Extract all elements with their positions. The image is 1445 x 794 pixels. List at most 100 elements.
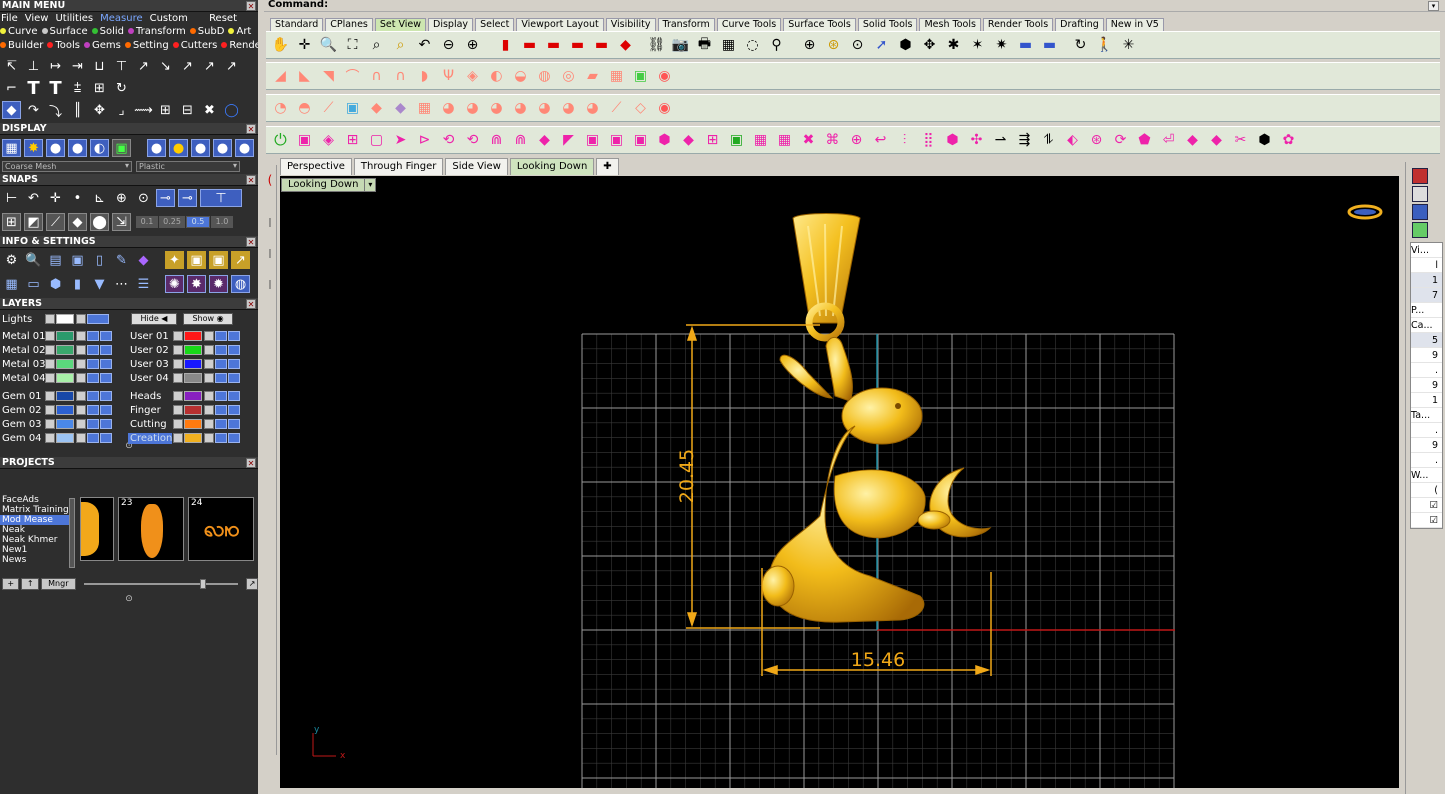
expand-icon[interactable] (173, 373, 183, 383)
category-tools-item[interactable]: Tools (47, 40, 82, 51)
lines-icon[interactable]: ║ (68, 101, 87, 119)
visible-icon[interactable] (215, 391, 227, 401)
delete-icon[interactable]: ✖ (200, 101, 219, 119)
layer-color-swatch[interactable] (184, 433, 202, 443)
property-item[interactable]: 7 (1411, 288, 1442, 303)
snap-point-icon[interactable]: • (68, 189, 87, 207)
arc-icon[interactable]: ⤵ (46, 101, 65, 120)
corner-icon[interactable]: ⌟ (112, 101, 131, 119)
shape-icon[interactable]: ▣ (630, 66, 651, 86)
viewport-tab-perspective[interactable]: Perspective (280, 158, 352, 175)
layer-row[interactable]: Cutting (128, 417, 240, 431)
snap-value-0-25[interactable]: 0.25 (159, 216, 185, 228)
gold-sphere-icon[interactable]: ● (169, 139, 188, 157)
project-item[interactable]: FaceAds (0, 495, 70, 505)
shape-icon[interactable]: ◆ (390, 98, 411, 118)
visible-icon[interactable] (87, 391, 99, 401)
shape-icon[interactable]: ◕ (486, 98, 507, 118)
side-tool-icon[interactable]: ( (264, 173, 276, 187)
solid-icon[interactable]: ◆ (1206, 130, 1227, 150)
properties-icon[interactable] (1412, 168, 1428, 184)
leader-icon[interactable]: ↗ (178, 57, 197, 75)
zoom-icon[interactable]: 🔍 (318, 35, 339, 55)
snap-planar-icon[interactable]: ⊸ (178, 189, 197, 207)
tab-viewport-layout[interactable]: Viewport Layout (516, 18, 604, 31)
car-view-icon[interactable]: ▬ (567, 35, 588, 55)
side-tool-icon[interactable]: ǀ (264, 279, 276, 290)
grid-icon[interactable]: ▣ (112, 139, 131, 157)
layer-color-swatch[interactable] (56, 433, 74, 443)
command-line[interactable]: Command: (264, 0, 1445, 12)
shape-icon[interactable]: ▣ (342, 98, 363, 118)
solid-icon[interactable]: ⊞ (342, 130, 363, 150)
layer-name[interactable]: Gem 02 (0, 405, 44, 416)
tab-standard[interactable]: Standard (270, 18, 324, 31)
wireframe-icon[interactable]: ▦ (2, 139, 21, 157)
solid-icon[interactable]: ▣ (582, 130, 603, 150)
zoom-in-icon[interactable]: ⊕ (462, 35, 483, 55)
solid-icon[interactable]: ↩ (870, 130, 891, 150)
snap-quad-icon[interactable]: ⊙ (134, 189, 153, 207)
solid-icon[interactable]: ⟳ (1110, 130, 1131, 150)
category-surface-item[interactable]: Surface (41, 26, 90, 37)
grid-icon[interactable]: ⊟ (178, 101, 197, 119)
lock-icon[interactable] (76, 391, 86, 401)
lock-icon[interactable] (76, 433, 86, 443)
project-item[interactable]: Matrix Training (0, 505, 70, 515)
hide-button[interactable]: Hide ◀ (131, 313, 177, 325)
expand-icon[interactable] (173, 331, 183, 341)
menu-file[interactable]: File (1, 13, 18, 24)
layer-row[interactable]: Gem 03 (0, 417, 112, 431)
gem-icon[interactable]: ✸ (187, 275, 206, 293)
leader-icon[interactable]: ↗ (222, 57, 241, 75)
settings-icon[interactable]: ⚙ (2, 251, 21, 269)
project-item[interactable]: Neak (0, 525, 70, 535)
dimension-icon[interactable]: ⊤ (112, 57, 131, 75)
shape-icon[interactable]: ◇ (630, 98, 651, 118)
shape-icon[interactable]: ◐ (486, 66, 507, 86)
select-icon[interactable] (228, 405, 240, 415)
close-icon[interactable]: ✕ (246, 458, 256, 468)
solid-icon[interactable]: ✿ (1278, 130, 1299, 150)
lock-icon[interactable] (204, 359, 214, 369)
lights-swatch[interactable] (56, 314, 74, 324)
mesh-dropdown[interactable]: Coarse Mesh (2, 161, 132, 172)
layer-color-swatch[interactable] (56, 359, 74, 369)
tab-mesh-tools[interactable]: Mesh Tools (919, 18, 981, 31)
shape-icon[interactable]: ◒ (510, 66, 531, 86)
category-cutters-item[interactable]: Cutters (172, 40, 220, 51)
select-icon[interactable] (228, 331, 240, 341)
reset-button[interactable]: Reset (209, 12, 237, 25)
lock-icon[interactable] (204, 405, 214, 415)
shape-icon[interactable]: ◕ (462, 98, 483, 118)
viewport-title[interactable]: Looking Down ▾ (281, 178, 377, 192)
layer-row[interactable]: Metal 01 (0, 329, 112, 343)
circle-icon[interactable]: ◯ (222, 101, 241, 119)
shape-icon[interactable]: ◢ (270, 66, 291, 86)
shape-icon[interactable]: ◕ (558, 98, 579, 118)
solid-icon[interactable]: ⬢ (942, 130, 963, 150)
layer-name[interactable]: Metal 04 (0, 373, 46, 384)
property-item[interactable]: 9 (1411, 378, 1442, 393)
lock-icon[interactable] (76, 359, 86, 369)
solid-icon[interactable]: ⫶ (894, 130, 915, 150)
project-thumbnail[interactable]: 24 ꩮꩯ (188, 497, 254, 561)
list-icon[interactable]: ☰ (134, 275, 153, 293)
solid-icon[interactable]: ▢ (366, 130, 387, 150)
ghost-icon[interactable]: ✸ (24, 139, 43, 157)
lock-icon[interactable] (76, 331, 86, 341)
thumb-size-slider[interactable] (83, 579, 239, 589)
select-icon[interactable] (100, 405, 112, 415)
filter-icon[interactable]: ▼ (90, 275, 109, 293)
solid-icon[interactable]: ✂ (1230, 130, 1251, 150)
select-icon[interactable] (100, 359, 112, 369)
layer-color-swatch[interactable] (56, 405, 74, 415)
property-item[interactable]: l (1411, 258, 1442, 273)
visible-icon[interactable] (215, 345, 227, 355)
snap-value-0-1[interactable]: 0.1 (136, 216, 158, 228)
solid-icon[interactable]: ◈ (318, 130, 339, 150)
layer-name[interactable]: Gem 04 (0, 433, 44, 444)
close-icon[interactable]: ✕ (246, 299, 256, 309)
shape-icon[interactable]: ∩ (390, 66, 411, 86)
car-view-icon[interactable]: ▬ (519, 35, 540, 55)
